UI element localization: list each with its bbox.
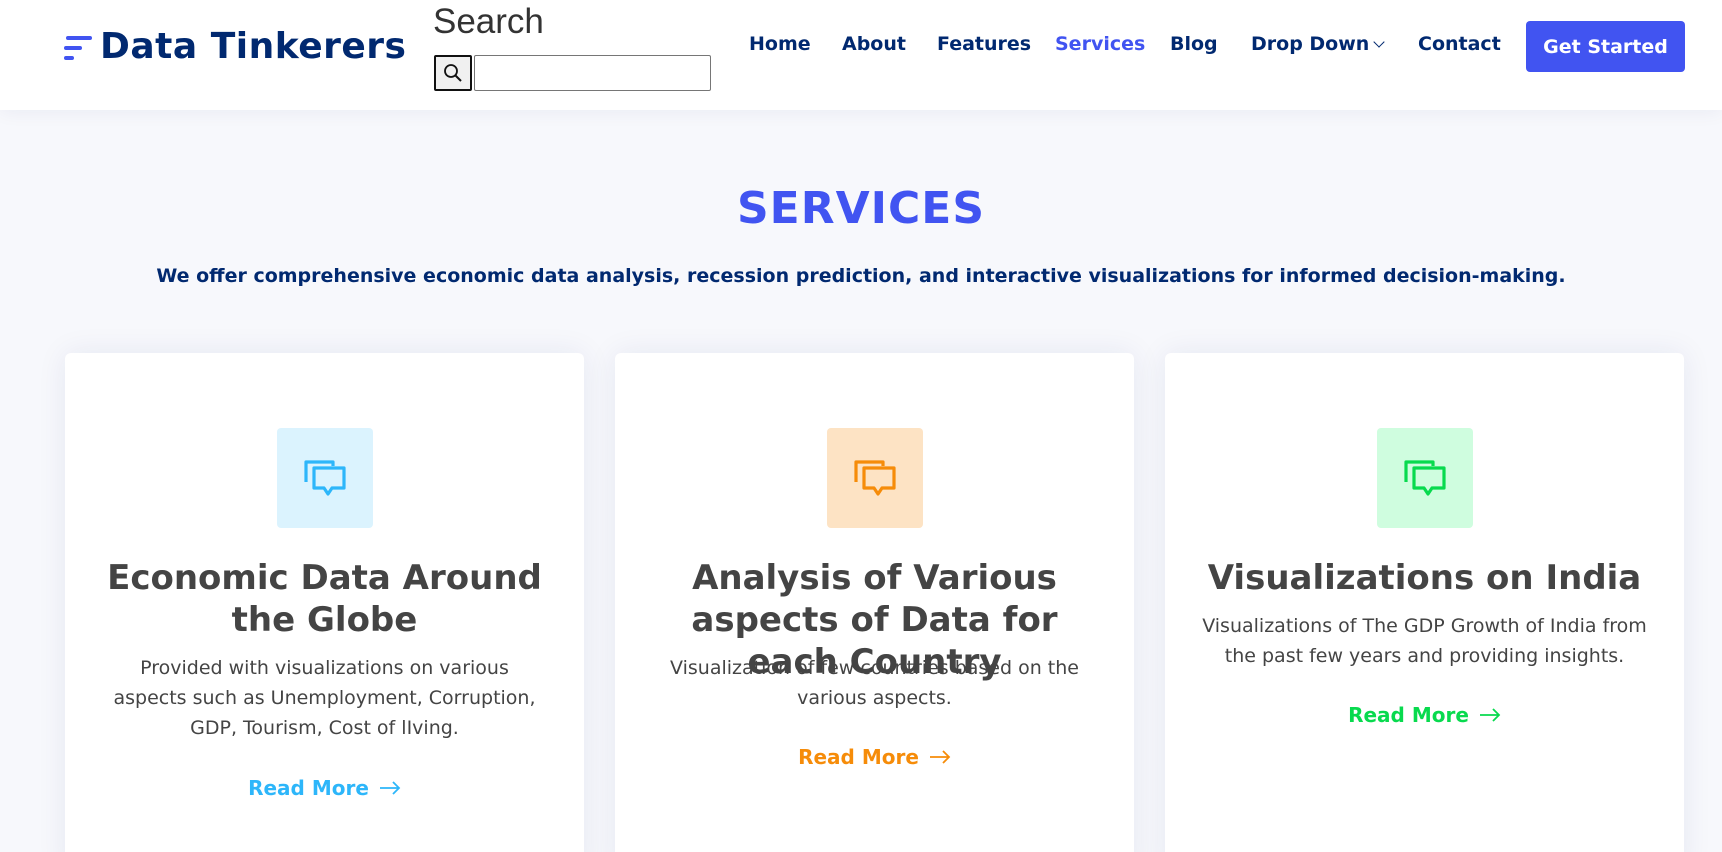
service-title: Visualizations on India (1207, 558, 1642, 598)
read-more-label: Read More (248, 776, 369, 800)
site-header: Data Tinkerers Search Home About Feature… (0, 0, 1722, 110)
nav-dropdown[interactable]: Drop Down (1251, 33, 1385, 55)
service-description: Visualizations of The GDP Growth of Indi… (1202, 615, 1647, 667)
logo-icon (64, 30, 92, 64)
section-subtitle: We offer comprehensive economic data ana… (156, 265, 1566, 287)
arrow-right-icon (379, 781, 401, 795)
nav-home[interactable]: Home (749, 33, 811, 55)
nav-blog[interactable]: Blog (1170, 33, 1218, 55)
section-title: SERVICES (736, 183, 986, 234)
arrow-right-icon (929, 750, 951, 764)
search-label: Search (433, 2, 544, 41)
get-started-button[interactable]: Get Started (1526, 21, 1685, 72)
service-icon-box (276, 428, 373, 528)
read-more-link[interactable]: Read More (65, 776, 584, 800)
chat-icon (1403, 460, 1446, 496)
chat-icon (303, 460, 346, 496)
search-input[interactable] (474, 55, 711, 91)
nav-about[interactable]: About (842, 33, 906, 55)
search-button[interactable] (434, 55, 472, 91)
service-icon-box (826, 428, 923, 528)
arrow-right-icon (1479, 708, 1501, 722)
service-card: Visualizations on India Visualizations o… (1165, 353, 1684, 852)
nav-contact[interactable]: Contact (1418, 33, 1501, 55)
nav-dropdown-label: Drop Down (1251, 33, 1370, 55)
service-description: Visualization of few countries based on … (670, 657, 1079, 709)
brand-logo[interactable]: Data Tinkerers (64, 26, 406, 67)
search-icon (444, 64, 462, 82)
service-description: Provided with visualizations on various … (113, 657, 536, 739)
chat-icon (853, 460, 896, 496)
brand-name: Data Tinkerers (100, 26, 407, 67)
read-more-label: Read More (798, 745, 919, 769)
service-card: Economic Data Around the Globe Provided … (65, 353, 584, 852)
nav-features[interactable]: Features (937, 33, 1031, 55)
read-more-label: Read More (1348, 703, 1469, 727)
chevron-down-icon (1373, 36, 1385, 48)
service-icon-box (1376, 428, 1473, 528)
service-card: Analysis of Various aspects of Data for … (615, 353, 1134, 852)
read-more-link[interactable]: Read More (1165, 703, 1684, 727)
nav-services[interactable]: Services (1055, 33, 1145, 55)
service-title: Economic Data Around the Globe (107, 558, 542, 640)
read-more-link[interactable]: Read More (615, 745, 1134, 769)
